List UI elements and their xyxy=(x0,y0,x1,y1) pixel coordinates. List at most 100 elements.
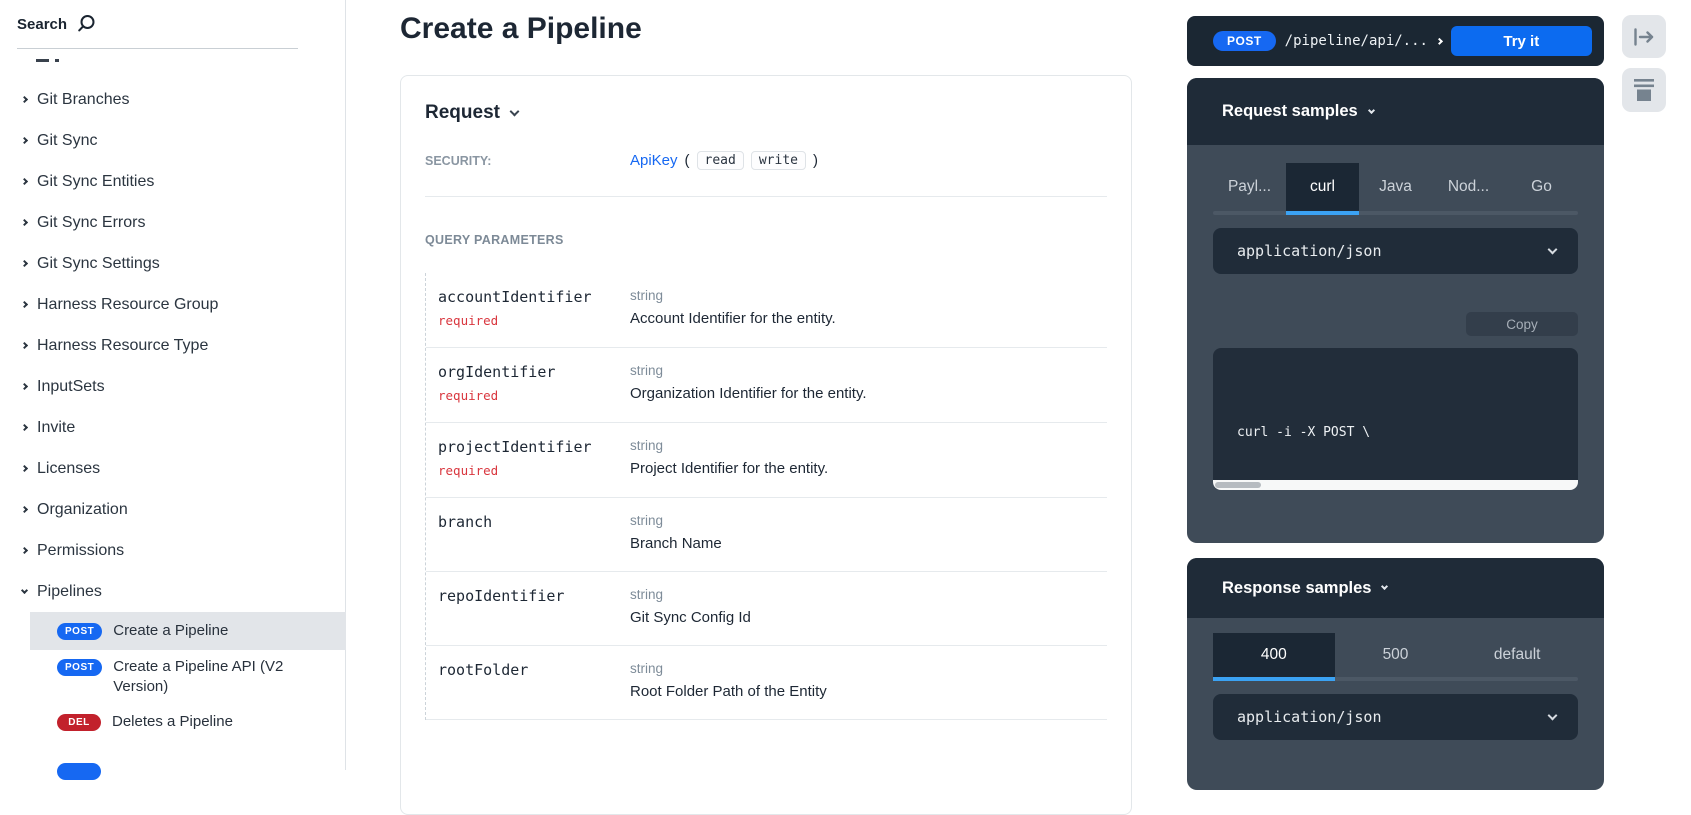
post-method-badge: POST xyxy=(57,659,102,676)
security-value: ApiKey ( read write ) xyxy=(630,151,818,170)
sidebar-item-git-sync[interactable]: Git Sync xyxy=(0,120,345,161)
sidebar-item-create-a-pipeline-v2[interactable]: POST Create a Pipeline API (V2 Version) xyxy=(0,650,345,703)
tab-500[interactable]: 500 xyxy=(1335,633,1457,677)
search-label: Search xyxy=(17,16,67,33)
sidebar-item-git-sync-settings[interactable]: Git Sync Settings xyxy=(0,243,345,284)
clipped-nav-item[interactable] xyxy=(36,59,59,62)
param-type: string xyxy=(630,288,1107,303)
sidebar-nav: Git Branches Git Sync Git Sync Entities … xyxy=(0,79,345,612)
request-content-type-select[interactable]: application/json xyxy=(1213,228,1578,274)
collapse-right-icon xyxy=(1632,27,1656,47)
request-samples-toggle[interactable]: Request samples xyxy=(1187,78,1604,145)
chevron-down-icon xyxy=(1381,583,1388,590)
chevron-down-icon xyxy=(1548,711,1558,721)
collapse-panel-button[interactable] xyxy=(1622,15,1666,58)
param-type: string xyxy=(630,513,1107,528)
changelog-button[interactable] xyxy=(1622,68,1666,112)
chevron-right-icon xyxy=(21,219,28,226)
param-row-rootFolder: rootFolder string Root Folder Path of th… xyxy=(426,646,1107,720)
sidebar-item-deletes-a-pipeline[interactable]: DEL Deletes a Pipeline xyxy=(0,703,345,741)
sidebar-item-git-branches[interactable]: Git Branches xyxy=(0,79,345,120)
tab-400[interactable]: 400 xyxy=(1213,633,1335,677)
sidebar-item-create-a-pipeline[interactable]: POST Create a Pipeline xyxy=(30,612,346,650)
sidebar: Search Git Branches Git Sync Git Sync En… xyxy=(0,0,346,770)
security-row: SECURITY: ApiKey ( read write ) xyxy=(425,151,1107,170)
sidebar-item-inputsets[interactable]: InputSets xyxy=(0,366,345,407)
required-badge: required xyxy=(438,313,630,328)
sidebar-item-git-sync-errors[interactable]: Git Sync Errors xyxy=(0,202,345,243)
sidebar-item-harness-resource-type[interactable]: Harness Resource Type xyxy=(0,325,345,366)
request-samples-tabs: Payl... curl Java Nod... Go xyxy=(1213,163,1578,211)
search-icon xyxy=(76,14,96,34)
request-samples-panel: Request samples Payl... curl Java Nod...… xyxy=(1187,78,1604,543)
param-row-accountIdentifier: accountIdentifier required string Accoun… xyxy=(426,273,1107,348)
endpoint-bar: POST /pipeline/api/... Try it xyxy=(1187,16,1604,66)
chevron-down-icon xyxy=(510,107,520,117)
tab-payload[interactable]: Payl... xyxy=(1213,163,1286,211)
scrollbar-thumb[interactable] xyxy=(1215,482,1261,488)
param-type: string xyxy=(630,438,1107,453)
tab-default[interactable]: default xyxy=(1456,633,1578,677)
clipped-method-badge[interactable] xyxy=(57,763,101,780)
apikey-link[interactable]: ApiKey xyxy=(630,152,678,169)
request-section-toggle[interactable]: Request xyxy=(425,102,518,124)
endpoint-path[interactable]: /pipeline/api/... xyxy=(1285,33,1428,49)
response-samples-panel: Response samples 400 500 default applica… xyxy=(1187,558,1604,790)
endpoint-method-badge[interactable]: POST xyxy=(1213,31,1276,51)
param-row-orgIdentifier: orgIdentifier required string Organizati… xyxy=(426,348,1107,423)
param-description: Organization Identifier for the entity. xyxy=(630,385,1107,402)
close-paren: ) xyxy=(813,152,818,169)
sidebar-item-invite[interactable]: Invite xyxy=(0,407,345,448)
response-content-type-select[interactable]: application/json xyxy=(1213,694,1578,740)
param-row-projectIdentifier: projectIdentifier required string Projec… xyxy=(426,423,1107,498)
query-parameters-heading: QUERY PARAMETERS xyxy=(425,233,1107,247)
chevron-right-icon[interactable] xyxy=(1436,38,1443,45)
tab-java[interactable]: Java xyxy=(1359,163,1432,211)
tab-curl[interactable]: curl xyxy=(1286,163,1359,211)
try-it-button[interactable]: Try it xyxy=(1451,26,1592,56)
chevron-right-icon xyxy=(21,506,28,513)
param-description: Account Identifier for the entity. xyxy=(630,310,1107,327)
chevron-right-icon xyxy=(21,178,28,185)
search-control[interactable]: Search xyxy=(17,14,96,34)
sidebar-item-harness-resource-group[interactable]: Harness Resource Group xyxy=(0,284,345,325)
scope-write: write xyxy=(751,151,806,170)
chevron-right-icon xyxy=(21,383,28,390)
query-parameters-list: accountIdentifier required string Accoun… xyxy=(425,273,1107,720)
chevron-right-icon xyxy=(21,342,28,349)
chevron-right-icon xyxy=(21,96,28,103)
horizontal-scrollbar[interactable] xyxy=(1213,480,1578,490)
post-method-badge: POST xyxy=(57,623,102,640)
chevron-down-icon xyxy=(1548,245,1558,255)
required-badge: required xyxy=(438,388,630,403)
param-type: string xyxy=(630,363,1107,378)
chevron-right-icon xyxy=(21,424,28,431)
sidebar-item-licenses[interactable]: Licenses xyxy=(0,448,345,489)
param-name: branch xyxy=(438,513,630,531)
chevron-right-icon xyxy=(21,260,28,267)
sidebar-item-git-sync-entities[interactable]: Git Sync Entities xyxy=(0,161,345,202)
chevron-down-icon xyxy=(1368,106,1375,113)
tab-go[interactable]: Go xyxy=(1505,163,1578,211)
del-method-badge: DEL xyxy=(57,714,101,731)
param-name: repoIdentifier xyxy=(438,587,630,605)
sidebar-item-pipelines[interactable]: Pipelines xyxy=(0,571,345,612)
response-samples-toggle[interactable]: Response samples xyxy=(1187,558,1604,618)
security-label: SECURITY: xyxy=(425,151,630,168)
page-title: Create a Pipeline xyxy=(400,12,642,46)
param-description: Git Sync Config Id xyxy=(630,609,1107,626)
param-row-repoIdentifier: repoIdentifier string Git Sync Config Id xyxy=(426,572,1107,646)
document-list-icon xyxy=(1634,78,1654,102)
tab-nodejs[interactable]: Nod... xyxy=(1432,163,1505,211)
chevron-right-icon xyxy=(21,137,28,144)
sidebar-item-permissions[interactable]: Permissions xyxy=(0,530,345,571)
request-card: Request SECURITY: ApiKey ( read write ) … xyxy=(400,75,1132,815)
sidebar-item-organization[interactable]: Organization xyxy=(0,489,345,530)
tab-track xyxy=(1213,211,1578,215)
open-paren: ( xyxy=(685,152,690,169)
response-samples-tabs: 400 500 default xyxy=(1213,633,1578,677)
param-type: string xyxy=(630,587,1107,602)
copy-button[interactable]: Copy xyxy=(1466,312,1578,336)
chevron-right-icon xyxy=(21,465,28,472)
param-name: orgIdentifier xyxy=(438,363,630,381)
